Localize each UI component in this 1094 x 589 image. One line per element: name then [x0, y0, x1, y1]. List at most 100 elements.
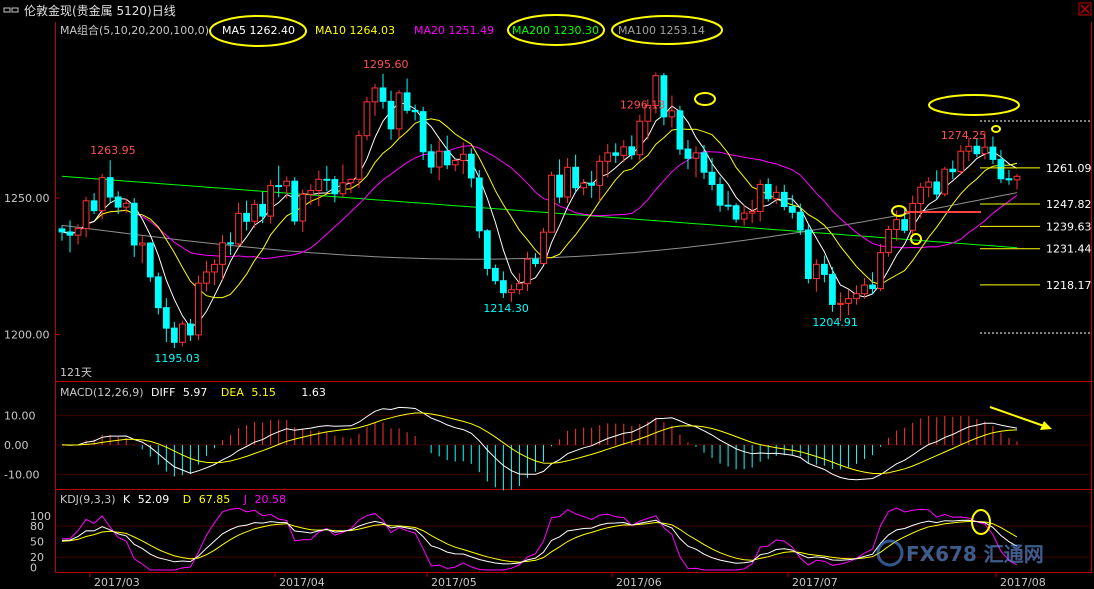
candle	[162, 298, 170, 343]
candle	[339, 164, 347, 198]
candle-body	[211, 263, 218, 273]
macd-diff-line	[61, 406, 1018, 481]
candle-body	[692, 152, 700, 159]
candle-body	[355, 135, 363, 180]
window-title: 伦敦金现(贵金属 5120)日线	[24, 3, 176, 18]
candle	[483, 229, 491, 276]
candle	[58, 225, 66, 241]
highlight-ellipse	[928, 94, 1020, 116]
candle	[668, 95, 676, 128]
candlestick-series	[58, 72, 1021, 349]
candle-body	[307, 189, 315, 195]
candle-body	[772, 191, 780, 200]
candle	[564, 158, 571, 204]
candle	[796, 203, 804, 235]
candle-body	[508, 289, 515, 294]
candle-body	[612, 152, 620, 156]
candle-body	[829, 273, 836, 305]
candle	[379, 73, 387, 109]
candle-body	[580, 182, 588, 189]
title-bar: 伦敦金现(贵金属 5120)日线	[0, 0, 1094, 21]
candle-body	[178, 323, 186, 343]
kdj-tick-label: 80	[30, 520, 44, 533]
extreme-price-label: 1195.03	[154, 352, 200, 365]
close-icon[interactable]	[1078, 2, 1092, 16]
candle-body	[732, 205, 740, 220]
candle-body	[363, 101, 371, 137]
candle	[540, 228, 547, 265]
candle-body	[628, 146, 636, 156]
candle-body	[483, 230, 491, 269]
candle-body	[885, 228, 892, 254]
candle-body	[748, 210, 756, 214]
candle	[596, 155, 604, 202]
macd-tick-label: -10.00	[4, 468, 39, 481]
candle-body	[516, 283, 523, 291]
kdj-legend: KDJ(9,3,3) K 52.09 D 67.85 J 20.58	[60, 493, 286, 506]
candle-body	[981, 146, 989, 155]
extreme-price-label: 1263.95	[90, 144, 136, 157]
highlight-ellipse	[991, 125, 1001, 133]
candle	[756, 179, 764, 222]
candle-body	[379, 87, 387, 102]
ma20-legend: MA20 1251.49	[414, 24, 494, 37]
candle-body	[532, 258, 539, 265]
macd-dea-line	[61, 412, 1018, 475]
candle-body	[227, 242, 234, 245]
candle	[195, 275, 202, 341]
candle	[1013, 174, 1021, 190]
gold-daily-chart[interactable]: 1261.09 1247.82 1239.63 1231.44 1218.17 10.0…	[0, 0, 1094, 589]
candle-body	[243, 212, 250, 222]
candle-body	[700, 152, 708, 173]
candle-body	[235, 212, 242, 245]
candle-body	[203, 271, 210, 284]
candle-body	[1005, 178, 1013, 181]
candle	[267, 179, 275, 224]
candle	[146, 241, 154, 282]
price-tick-label: 1250.00	[4, 192, 50, 205]
candle-body	[170, 327, 178, 343]
candle-body	[299, 193, 307, 222]
candle	[708, 157, 716, 191]
candle-body	[764, 183, 772, 200]
candle	[467, 148, 475, 188]
kdj-tick-label: 0	[30, 561, 37, 574]
x-tick-label: 2017/05	[431, 576, 477, 589]
candle-body	[845, 298, 852, 304]
candle-body	[933, 181, 941, 195]
candle-body	[146, 242, 154, 278]
candle-body	[291, 180, 299, 222]
level-label: 1247.82	[1046, 198, 1092, 211]
extreme-price-label: 1296.13	[620, 99, 666, 112]
candle-body	[98, 177, 106, 212]
candle-body	[965, 145, 973, 152]
candle-body	[588, 182, 596, 186]
macd-panel: 10.00 0.00 -10.00	[4, 406, 1090, 491]
trend-arrow	[989, 406, 1052, 430]
candle-body	[315, 178, 323, 191]
candle	[435, 140, 443, 181]
candle-body	[347, 178, 355, 184]
candle	[821, 255, 828, 283]
candle	[925, 177, 933, 198]
level-label: 1239.63	[1046, 220, 1092, 233]
candle-body	[540, 231, 547, 265]
ma-legend-label: MA组合(5,10,20,200,100,0)	[60, 23, 209, 37]
price-tick-label: 1200.00	[4, 328, 50, 341]
candle-body	[604, 152, 612, 162]
candle-body	[853, 293, 860, 300]
candle	[885, 225, 892, 257]
kdj-j-line	[62, 507, 1018, 571]
candle	[572, 154, 580, 194]
candle	[291, 177, 299, 225]
candle	[395, 90, 403, 139]
candle	[66, 220, 74, 253]
candle-body	[804, 229, 812, 280]
candle-body	[251, 203, 258, 222]
candle-body	[435, 150, 443, 168]
period-label: 121天	[60, 366, 92, 379]
candle	[82, 196, 90, 238]
candle	[684, 140, 692, 170]
level-label: 1231.44	[1046, 243, 1092, 256]
candle-body	[949, 168, 957, 173]
